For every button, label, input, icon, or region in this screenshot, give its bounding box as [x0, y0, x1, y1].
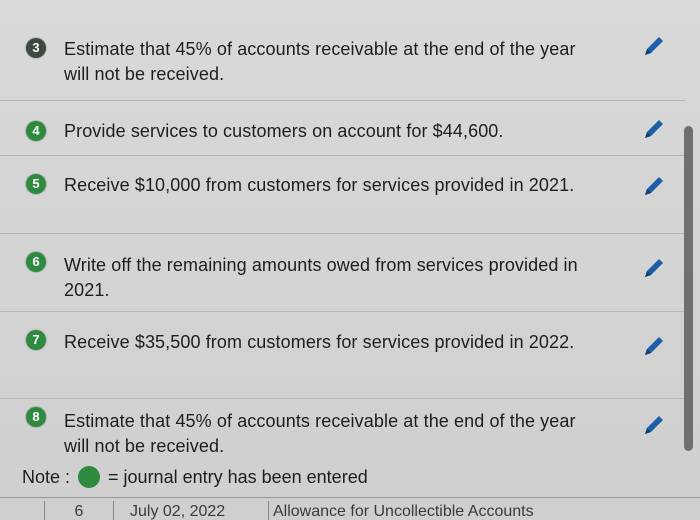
journal-entered-dot-icon	[78, 466, 101, 488]
pencil-icon[interactable]	[640, 174, 666, 200]
pencil-icon[interactable]	[640, 117, 666, 143]
list-item[interactable]: 8 Estimate that 45% of accounts receivab…	[0, 399, 686, 463]
table-cell-number: 6	[44, 501, 114, 520]
note-text: = journal entry has been entered	[108, 466, 368, 487]
step-badge: 6	[26, 252, 46, 272]
transaction-text: Provide services to customers on account…	[64, 121, 504, 141]
legend-note: Note : = journal entry has been entered	[22, 466, 368, 488]
transaction-text: Estimate that 45% of accounts receivable…	[64, 411, 576, 456]
step-badge: 8	[26, 407, 46, 427]
list-item[interactable]: 6 Write off the remaining amounts owed f…	[0, 234, 686, 312]
list-item[interactable]: 3 Estimate that 45% of accounts receivab…	[0, 0, 686, 101]
transaction-text: Write off the remaining amounts owed fro…	[64, 255, 578, 300]
transaction-text: Receive $10,000 from customers for servi…	[64, 175, 575, 195]
list-item[interactable]: 5 Receive $10,000 from customers for ser…	[0, 156, 686, 234]
note-label: Note :	[22, 466, 71, 487]
scrollbar-thumb[interactable]	[684, 126, 693, 451]
pencil-icon[interactable]	[640, 34, 666, 60]
journal-table-row: 6 July 02, 2022 Allowance for Uncollecti…	[0, 497, 700, 520]
transaction-text: Receive $35,500 from customers for servi…	[64, 332, 575, 352]
step-badge: 4	[26, 121, 46, 141]
table-cell-date: July 02, 2022	[130, 503, 226, 520]
pencil-icon[interactable]	[640, 413, 666, 439]
journal-entry-screen: 3 Estimate that 45% of accounts receivab…	[0, 0, 700, 520]
list-item[interactable]: 4 Provide services to customers on accou…	[0, 101, 686, 156]
step-badge: 3	[26, 38, 46, 58]
list-item[interactable]: 7 Receive $35,500 from customers for ser…	[0, 312, 686, 399]
pencil-icon[interactable]	[640, 256, 666, 282]
step-badge: 7	[26, 330, 46, 350]
transaction-text: Estimate that 45% of accounts receivable…	[64, 39, 576, 84]
table-cell-account: Allowance for Uncollectible Accounts	[268, 501, 573, 520]
pencil-icon[interactable]	[640, 334, 666, 360]
step-badge: 5	[26, 174, 46, 194]
